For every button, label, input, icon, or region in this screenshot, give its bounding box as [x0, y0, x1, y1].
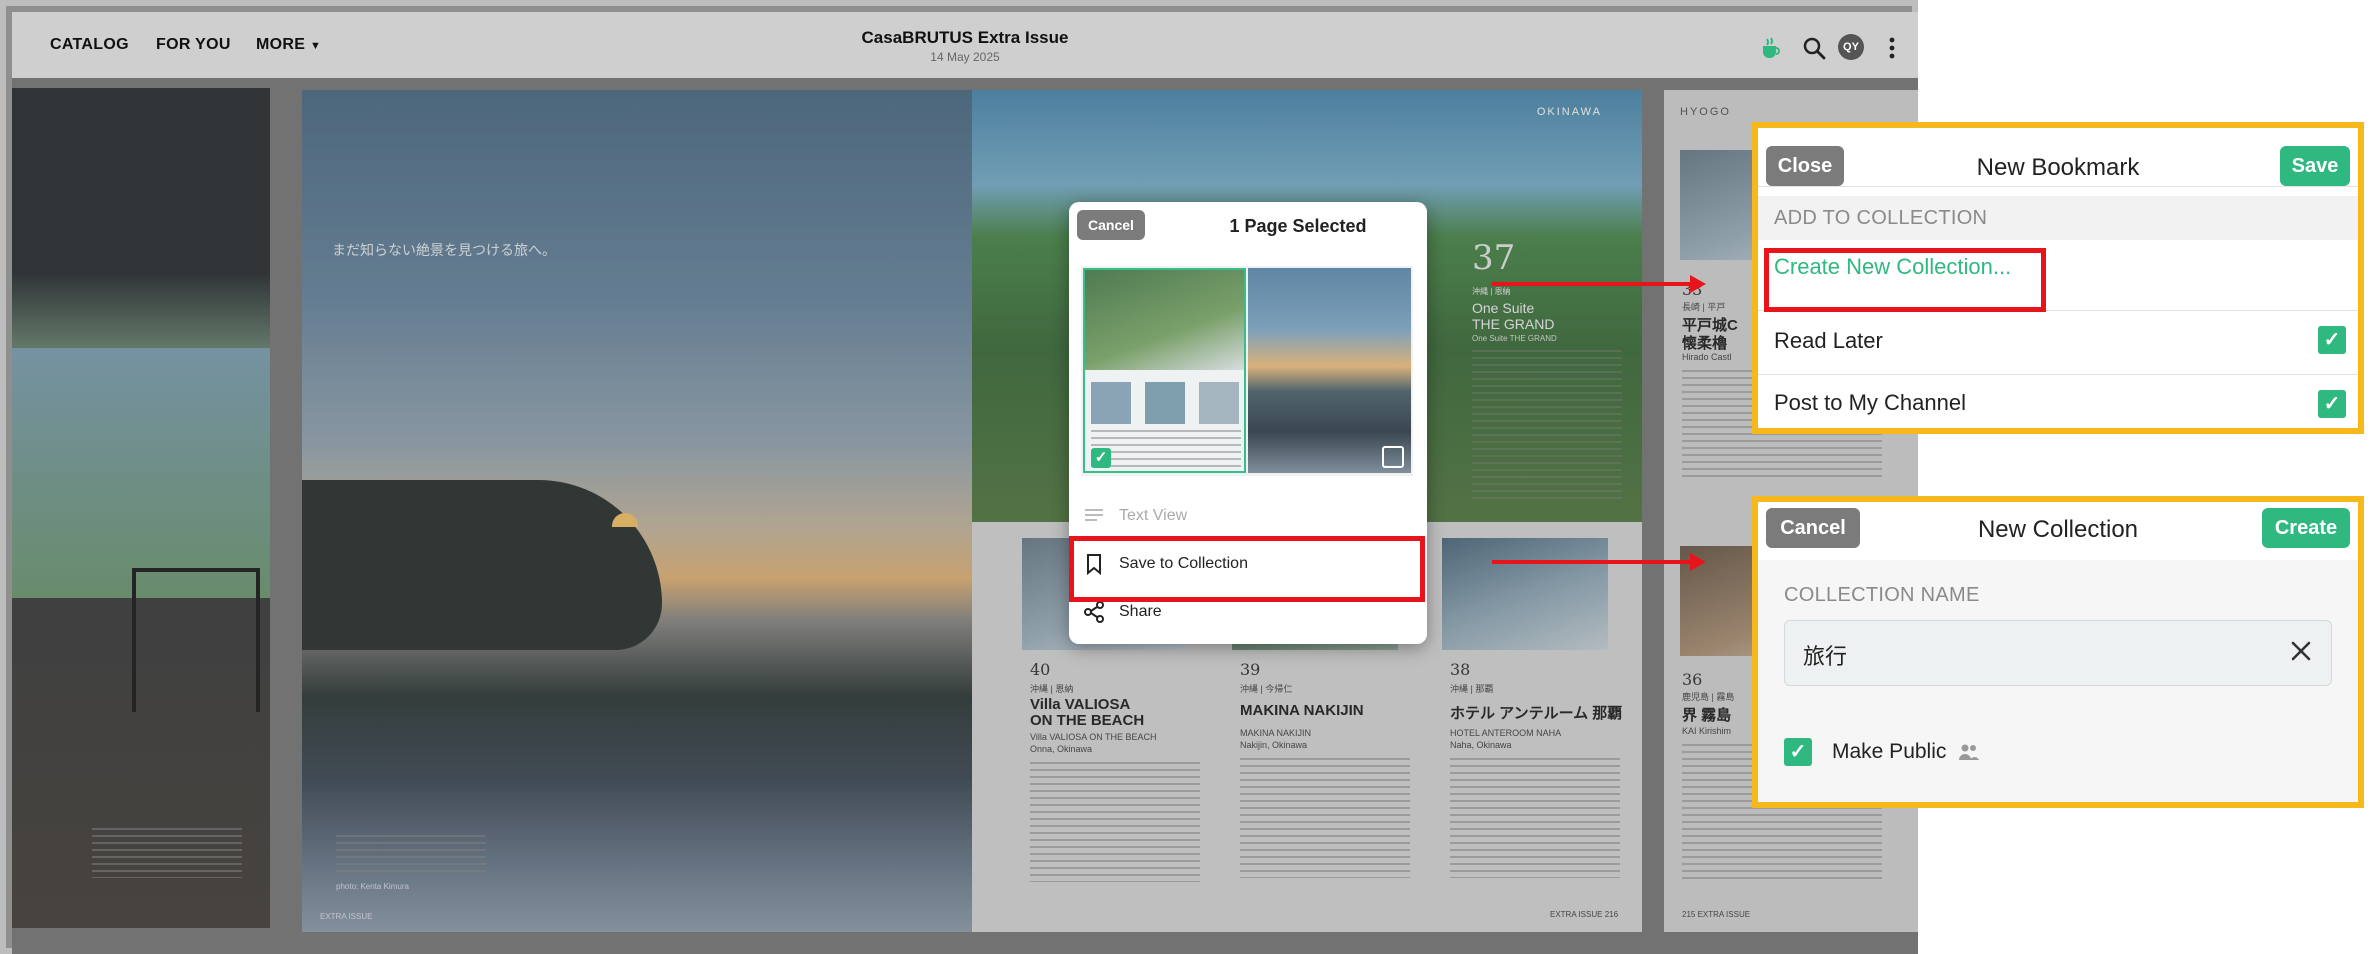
post-to-channel-checkbox[interactable]: ✓ — [2318, 390, 2346, 418]
share-icon — [1083, 601, 1105, 623]
avatar-initials: QY — [1838, 34, 1864, 60]
thumbnail-page-selected[interactable]: ✓ — [1083, 268, 1246, 473]
create-button[interactable]: Create — [2262, 508, 2350, 548]
coffee-cup-icon[interactable] — [1756, 34, 1784, 62]
search-icon[interactable] — [1800, 34, 1828, 62]
text-block — [1091, 430, 1241, 470]
collection-name-input[interactable]: 旅行 — [1784, 620, 2332, 686]
people-icon — [1958, 743, 1980, 766]
post-to-channel-label: Post to My Channel — [1774, 390, 1966, 415]
highlight-create-new-collection — [1764, 248, 2046, 312]
cancel-button[interactable]: Cancel — [1077, 210, 1145, 240]
bookmark-title: New Bookmark — [1976, 154, 2140, 181]
thumbnail-photo — [1199, 382, 1239, 424]
text-lines-icon — [1083, 505, 1105, 527]
collection-name-value: 旅行 — [1803, 644, 1848, 669]
issue-title: CasaBRUTUS Extra Issue — [861, 28, 1069, 47]
issue-title-block: CasaBRUTUS Extra Issue 14 May 2025 — [12, 28, 1918, 64]
section-header: ADD TO COLLECTION — [1758, 196, 2358, 240]
read-later-checkbox[interactable]: ✓ — [2318, 326, 2346, 354]
menu-text-view-label: Text View — [1119, 507, 1188, 524]
dim-overlay[interactable] — [12, 78, 1918, 954]
thumbnail-unchecked-checkbox[interactable] — [1382, 446, 1404, 468]
more-vertical-icon[interactable] — [1878, 34, 1906, 62]
make-public-checkbox[interactable]: ✓ — [1784, 738, 1812, 766]
popover-title: 1 Page Selected — [1229, 216, 1367, 236]
divider — [1758, 374, 2358, 375]
thumbnail-page-unselected[interactable] — [1248, 268, 1411, 473]
avatar[interactable]: QY — [1838, 34, 1866, 62]
read-later-label: Read Later — [1774, 328, 1883, 353]
thumbnail-photo — [1091, 382, 1131, 424]
clear-icon[interactable] — [2287, 637, 2315, 670]
thumbnail-photo — [1085, 270, 1244, 370]
top-bar: CATALOG FOR YOU MORE ▼ CasaBRUTUS Extra … — [12, 12, 1918, 78]
menu-share-label: Share — [1119, 603, 1162, 620]
menu-text-view[interactable]: Text View — [1069, 492, 1427, 540]
collection-body: COLLECTION NAME 旅行 ✓ Make Public — [1758, 560, 2358, 802]
bookmark-header: Close New Bookmark Save — [1758, 128, 2358, 187]
save-button[interactable]: Save — [2280, 146, 2350, 186]
annotation-arrow-top — [1492, 275, 1706, 293]
issue-date: 14 May 2025 — [930, 50, 1000, 64]
page-thumbnails: ✓ — [1081, 266, 1413, 476]
annotation-arrow-bottom — [1492, 553, 1706, 571]
section-label: ADD TO COLLECTION — [1774, 207, 1988, 229]
new-collection-panel: Cancel New Collection Create COLLECTION … — [1758, 502, 2358, 802]
thumbnail-checked-checkbox[interactable]: ✓ — [1091, 448, 1111, 468]
reader-app: CATALOG FOR YOU MORE ▼ CasaBRUTUS Extra … — [0, 0, 1918, 954]
highlight-save-to-collection — [1069, 536, 1425, 602]
thumbnail-photo — [1145, 382, 1185, 424]
collection-name-label: COLLECTION NAME — [1784, 584, 1980, 606]
make-public-label: Make Public — [1832, 740, 1947, 763]
collection-header: Cancel New Collection Create — [1758, 502, 2358, 561]
